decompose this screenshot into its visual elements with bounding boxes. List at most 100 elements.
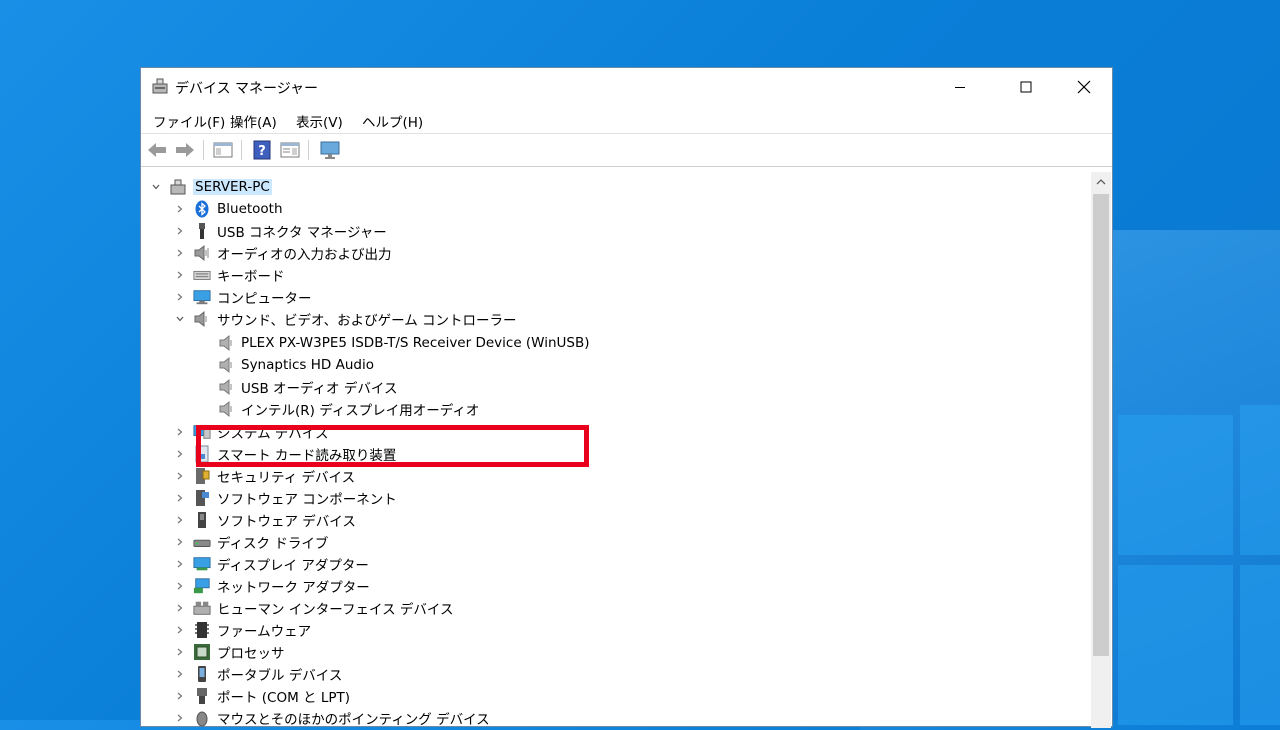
wallpaper-pane: [1118, 415, 1233, 555]
category-label: ファームウェア: [217, 624, 312, 640]
menu-file[interactable]: ファイル(F): [151, 111, 227, 131]
chevron-right-icon[interactable]: [173, 469, 187, 483]
software-component-icon: [193, 489, 211, 507]
toolbar: ?: [141, 133, 1112, 167]
chevron-right-icon[interactable]: [173, 447, 187, 461]
tree-category[interactable]: マウスとそのほかのポインティング デバイス: [173, 707, 490, 728]
root-label: SERVER-PC: [193, 179, 272, 195]
category-label: プロセッサ: [217, 646, 285, 662]
toolbar-separator: [241, 140, 242, 160]
tree-category[interactable]: ポート (COM と LPT): [173, 685, 350, 707]
tree-category[interactable]: キーボード: [173, 264, 285, 286]
chevron-right-icon[interactable]: [173, 491, 187, 505]
close-button[interactable]: [1061, 68, 1107, 106]
close-icon: [1077, 80, 1091, 94]
tree-root[interactable]: SERVER-PC: [149, 176, 272, 198]
device-label: PLEX PX-W3PE5 ISDB-T/S Receiver Device (…: [241, 335, 590, 351]
chevron-right-icon[interactable]: [173, 425, 187, 439]
chevron-right-icon[interactable]: [173, 535, 187, 549]
speaker-icon: [217, 400, 235, 418]
show-hide-console-tree-button[interactable]: [212, 139, 234, 161]
category-label: キーボード: [217, 269, 285, 285]
help-button[interactable]: ?: [251, 139, 273, 161]
chevron-right-icon[interactable]: [173, 224, 187, 238]
wallpaper-pane: [1240, 565, 1280, 725]
portable-device-icon: [193, 665, 211, 683]
properties-button[interactable]: [279, 139, 301, 161]
chevron-right-icon[interactable]: [173, 623, 187, 637]
chevron-right-icon[interactable]: [173, 290, 187, 304]
chevron-right-icon[interactable]: [173, 202, 187, 216]
console-tree-icon: [213, 142, 233, 158]
minimize-button[interactable]: [937, 68, 983, 106]
chevron-down-icon[interactable]: [173, 312, 187, 326]
category-label: ソフトウェア コンポーネント: [217, 492, 397, 508]
device-item[interactable]: Synaptics HD Audio: [217, 354, 374, 376]
device-tree[interactable]: SERVER-PC Bluetooth USB コネクタ マネージャー オーディ…: [141, 172, 1087, 728]
vertical-scrollbar[interactable]: [1091, 172, 1111, 728]
tree-category[interactable]: ヒューマン インターフェイス デバイス: [173, 597, 453, 619]
chevron-right-icon[interactable]: [173, 645, 187, 659]
device-item[interactable]: USB オーディオ デバイス: [217, 376, 397, 398]
tree-category[interactable]: ディスプレイ アダプター: [173, 553, 369, 575]
back-button[interactable]: [146, 139, 168, 161]
tree-category[interactable]: Bluetooth: [173, 198, 283, 220]
chevron-right-icon[interactable]: [173, 601, 187, 615]
tree-category[interactable]: オーディオの入力および出力: [173, 242, 392, 264]
device-item[interactable]: PLEX PX-W3PE5 ISDB-T/S Receiver Device (…: [217, 332, 590, 354]
properties-icon: [280, 142, 300, 158]
category-label: Bluetooth: [217, 201, 283, 217]
device-item[interactable]: インテル(R) ディスプレイ用オーディオ: [217, 398, 479, 420]
category-label: セキュリティ デバイス: [217, 470, 356, 486]
usb-connector-icon: [193, 222, 211, 240]
chevron-up-icon: [1096, 179, 1106, 185]
tree-category[interactable]: ソフトウェア コンポーネント: [173, 487, 397, 509]
speaker-icon: [217, 356, 235, 374]
menu-action[interactable]: 操作(A): [228, 111, 279, 131]
tree-category[interactable]: USB コネクタ マネージャー: [173, 220, 387, 242]
tree-category[interactable]: ディスク ドライブ: [173, 531, 328, 553]
menu-bar: ファイル(F) 操作(A) 表示(V) ヘルプ(H): [141, 108, 1112, 132]
display-adapter-icon: [193, 555, 211, 573]
device-manager-icon: [151, 77, 169, 95]
computer-icon: [169, 178, 187, 196]
chevron-right-icon[interactable]: [173, 268, 187, 282]
tree-category[interactable]: ポータブル デバイス: [173, 663, 342, 685]
tree-category-expanded[interactable]: サウンド、ビデオ、およびゲーム コントローラー: [173, 308, 517, 330]
tree-category[interactable]: ソフトウェア デバイス: [173, 509, 356, 531]
chevron-right-icon[interactable]: [173, 557, 187, 571]
tree-category[interactable]: コンピューター: [173, 286, 312, 308]
menu-help[interactable]: ヘルプ(H): [360, 111, 425, 131]
back-arrow-icon: [148, 143, 166, 157]
forward-button[interactable]: [174, 139, 196, 161]
scan-hardware-button[interactable]: [319, 139, 341, 161]
window-title: デバイス マネージャー: [175, 81, 319, 97]
forward-arrow-icon: [176, 143, 194, 157]
scan-monitor-icon: [320, 141, 340, 159]
chevron-down-icon[interactable]: [149, 180, 163, 194]
menu-view[interactable]: 表示(V): [294, 111, 345, 131]
chevron-right-icon[interactable]: [173, 667, 187, 681]
bluetooth-icon: [193, 200, 211, 218]
chevron-right-icon[interactable]: [173, 246, 187, 260]
tree-category[interactable]: セキュリティ デバイス: [173, 465, 355, 487]
maximize-button[interactable]: [1003, 68, 1049, 106]
tree-category[interactable]: プロセッサ: [173, 641, 285, 663]
chevron-right-icon[interactable]: [173, 689, 187, 703]
category-label: マウスとそのほかのポインティング デバイス: [217, 712, 490, 728]
monitor-icon: [193, 288, 211, 306]
category-label: サウンド、ビデオ、およびゲーム コントローラー: [217, 313, 517, 329]
scroll-up-button[interactable]: [1091, 172, 1111, 192]
category-label: USB コネクタ マネージャー: [217, 225, 387, 241]
title-bar[interactable]: デバイス マネージャー: [141, 68, 1112, 106]
tree-category[interactable]: ファームウェア: [173, 619, 311, 641]
chevron-right-icon[interactable]: [173, 711, 187, 725]
firmware-icon: [193, 621, 211, 639]
chevron-right-icon[interactable]: [173, 513, 187, 527]
software-device-icon: [193, 511, 211, 529]
scrollbar-thumb[interactable]: [1093, 194, 1109, 656]
device-label: Synaptics HD Audio: [241, 357, 374, 373]
speaker-icon: [217, 378, 235, 396]
tree-category[interactable]: ネットワーク アダプター: [173, 575, 370, 597]
chevron-right-icon[interactable]: [173, 579, 187, 593]
